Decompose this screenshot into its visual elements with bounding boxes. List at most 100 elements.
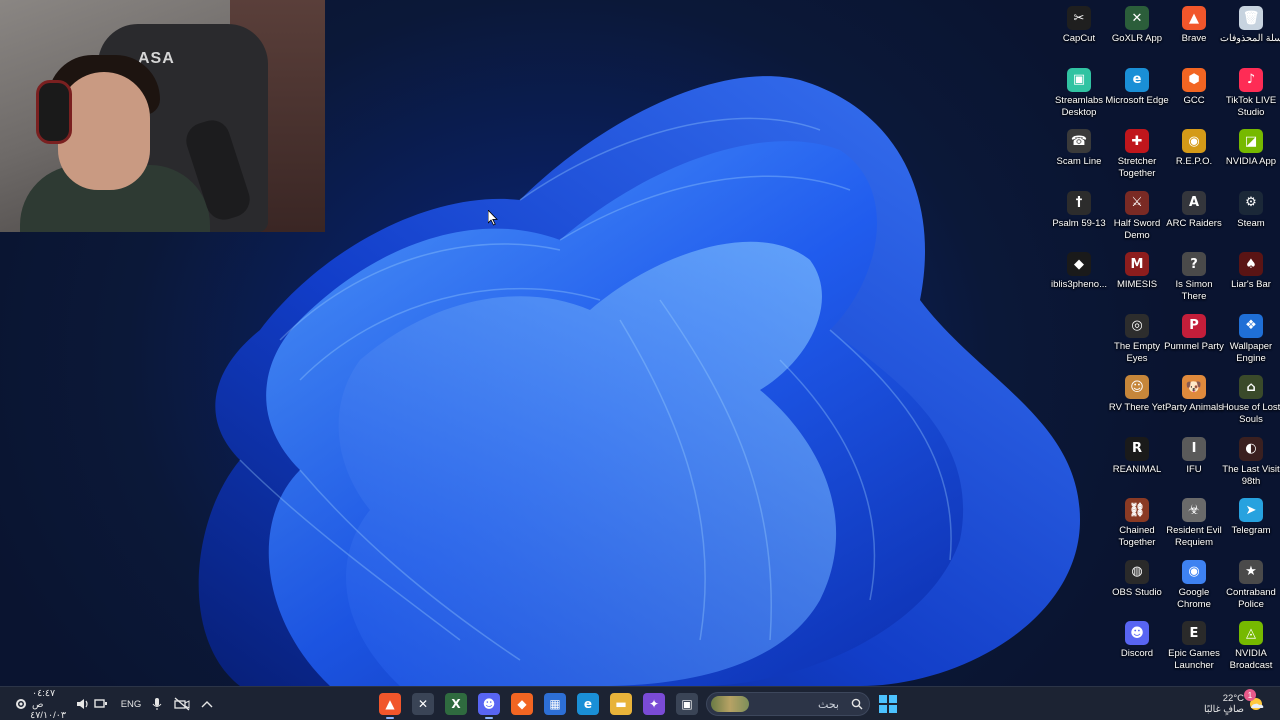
- clock[interactable]: ٠٤:٤٧ ص ٤٧/١٠/٠٣: [30, 687, 66, 720]
- last-visit-icon: ◐: [1239, 436, 1263, 461]
- desktop-icon-party-animals[interactable]: 🐶 Party Animals: [1165, 371, 1223, 432]
- edge-taskbar-button[interactable]: e: [577, 693, 599, 715]
- tiktok-icon: ♪: [1239, 67, 1263, 92]
- desktop-icon-capcut[interactable]: ✂ CapCut: [1050, 2, 1108, 63]
- desktop-icon-label: Google Chrome: [1177, 586, 1211, 610]
- desktop-icon-resident-evil[interactable]: ☣ Resident Evil Requiem: [1165, 494, 1223, 555]
- notification-badge: 1: [1244, 689, 1256, 701]
- epic-games-icon: E: [1182, 621, 1206, 645]
- network-icon[interactable]: [94, 693, 108, 715]
- camera-off-icon[interactable]: [174, 693, 190, 715]
- microphone-icon[interactable]: [150, 693, 164, 715]
- desktop-icon-mimesis[interactable]: M MIMESIS: [1108, 248, 1166, 309]
- goxlr-taskbar-button[interactable]: ✕: [412, 693, 434, 715]
- desktop-icon-label: NVIDIA Broadcast: [1229, 648, 1273, 671]
- desktop-icon-label: The Empty Eyes: [1114, 340, 1160, 364]
- desktop-icon-brave[interactable]: ▲ Brave: [1165, 2, 1223, 63]
- desktop-icon-half-sword[interactable]: ⚔ Half Sword Demo: [1108, 187, 1166, 248]
- desktop-icon-house-lost-souls[interactable]: ⌂ House of Lost Souls: [1222, 371, 1280, 432]
- chevron-up-icon[interactable]: [200, 693, 214, 715]
- search-box[interactable]: بحث: [706, 692, 870, 716]
- desktop-icon-label: CapCut: [1062, 33, 1096, 44]
- desktop-icon-empty-eyes[interactable]: ◎ The Empty Eyes: [1108, 310, 1166, 371]
- brave-taskbar-button[interactable]: ▲: [379, 693, 401, 719]
- brave-taskbar-icon: ▲: [379, 693, 401, 715]
- desktop-icon-edge[interactable]: e Microsoft Edge: [1105, 64, 1169, 125]
- arc-raiders-icon: A: [1182, 190, 1206, 215]
- volume-icon[interactable]: [76, 693, 90, 715]
- desktop-icon-label: ARC Raiders: [1166, 217, 1222, 229]
- desktop-icon-chained-together[interactable]: ⛓ Chained Together: [1108, 494, 1166, 555]
- clock-time: ٠٤:٤٧ ص: [32, 687, 56, 710]
- desktop-icon-label: Scam Line: [1056, 156, 1102, 167]
- desktop-icon-reanimal[interactable]: R REANIMAL: [1108, 433, 1166, 494]
- desktop-icon-nvidia[interactable]: ◪ NVIDIA App: [1222, 125, 1280, 186]
- task-view-taskbar-button[interactable]: ▣: [676, 693, 698, 715]
- desktop-icon-stretcher[interactable]: ✚ Stretcher Together: [1108, 125, 1166, 186]
- goxlr-taskbar-icon: ✕: [412, 693, 434, 715]
- desktop-icon-pummel-party[interactable]: P Pummel Party: [1164, 310, 1224, 371]
- start-button[interactable]: [877, 693, 899, 715]
- recycle-bin-icon: 🗑: [1239, 6, 1263, 30]
- desktop-icon-ifu[interactable]: I IFU: [1165, 433, 1223, 494]
- rv-there-yet-icon: ☺: [1125, 375, 1149, 399]
- desktop-icon-label: Psalm 59-13: [1052, 217, 1106, 229]
- desktop-icon-epic-games[interactable]: E Epic Games Launcher: [1165, 617, 1223, 678]
- desktop-icon-tiktok[interactable]: ♪ TikTok LIVE Studio: [1222, 64, 1280, 125]
- nvidia-icon: ◪: [1239, 129, 1263, 153]
- half-sword-icon: ⚔: [1125, 190, 1149, 215]
- desktop-icon-simon[interactable]: ? Is Simon There: [1165, 248, 1223, 309]
- language-indicator[interactable]: ENG: [118, 693, 144, 715]
- desktop-icon-last-visit[interactable]: ◐ The Last Visit 98th: [1222, 433, 1280, 494]
- desktop-icon-label: NVIDIA App: [1225, 156, 1277, 167]
- desktop-icon-label: House of Lost Souls: [1221, 402, 1280, 425]
- desktop-icon-iblis[interactable]: ◆ iblis3pheno...: [1050, 248, 1108, 309]
- desktop-icon-nvidia-broadcast[interactable]: ◬ NVIDIA Broadcast: [1222, 617, 1280, 678]
- running-indicator: [386, 717, 394, 719]
- desktop-icon-label: GoXLR App: [1111, 33, 1163, 44]
- weather-widget[interactable]: 22°C صافٍ غالبًا: [1200, 690, 1244, 718]
- ifu-icon: I: [1182, 436, 1206, 461]
- reanimal-icon: R: [1125, 436, 1149, 461]
- desktop-icon-liars-bar[interactable]: ♠ Liar's Bar: [1222, 248, 1280, 309]
- resident-evil-icon: ☣: [1182, 498, 1206, 522]
- desktop-icon-label: REANIMAL: [1112, 463, 1162, 475]
- desktop-icon-recycle-bin[interactable]: 🗑 سلة المحذوفات: [1220, 2, 1280, 63]
- desktop-icon-wallpaper-engine[interactable]: ❖ Wallpaper Engine: [1222, 310, 1280, 371]
- app-orange-taskbar-button[interactable]: ◆: [511, 693, 533, 715]
- empty-eyes-icon: ◎: [1125, 313, 1149, 338]
- store-taskbar-button[interactable]: ▦: [544, 693, 566, 715]
- copilot-taskbar-button[interactable]: ✦: [643, 693, 665, 715]
- desktop-icon-label: IFU: [1186, 463, 1202, 475]
- desktop-icon-label: Contraband Police: [1226, 586, 1276, 610]
- file-explorer-taskbar-icon: ▬: [610, 693, 632, 715]
- file-explorer-taskbar-button[interactable]: ▬: [610, 693, 632, 715]
- windows-logo-icon: [879, 695, 897, 713]
- chained-together-icon: ⛓: [1125, 498, 1149, 522]
- discord-taskbar-button[interactable]: ☻: [478, 693, 500, 719]
- desktop-icon-psalm[interactable]: † Psalm 59-13: [1050, 187, 1108, 248]
- desktop-icon-label: سلة المحذوفات: [1220, 33, 1280, 44]
- desktop-icon-scam-line[interactable]: ☎ Scam Line: [1050, 125, 1108, 186]
- desktop-icon-arc-raiders[interactable]: A ARC Raiders: [1165, 187, 1223, 248]
- pummel-party-icon: P: [1182, 313, 1206, 338]
- desktop-icon-label: Party Animals: [1164, 402, 1224, 413]
- desktop-icon-telegram[interactable]: ➤ Telegram: [1222, 494, 1280, 555]
- clock-date: ٤٧/١٠/٠٣: [30, 709, 66, 720]
- desktop-icon-gcc[interactable]: ⬢ GCC: [1165, 64, 1223, 125]
- excel-taskbar-button[interactable]: X: [445, 693, 467, 715]
- desktop-icon-rv-there-yet[interactable]: ☺ RV There Yet: [1108, 371, 1166, 432]
- desktop-icon-chrome[interactable]: ◉ Google Chrome: [1165, 556, 1223, 617]
- desktop-icon-discord[interactable]: ☻ Discord: [1108, 617, 1166, 678]
- desktop-icon-obs[interactable]: ◍ OBS Studio: [1108, 556, 1166, 617]
- desktop-icon-streamlabs[interactable]: ▣ Streamlabs Desktop: [1050, 64, 1108, 125]
- wallpaper-engine-icon: ❖: [1239, 313, 1263, 338]
- desktop-icon-repo[interactable]: ◉ R.E.P.O.: [1165, 125, 1223, 186]
- desktop-icon-steam[interactable]: ⚙ Steam: [1222, 187, 1280, 248]
- desktop-icon-goxlr[interactable]: ✕ GoXLR App: [1108, 2, 1166, 63]
- mouse-cursor-icon: [488, 210, 498, 226]
- desktop-icon-label: R.E.P.O.: [1175, 156, 1213, 167]
- chrome-icon: ◉: [1182, 559, 1206, 584]
- settings-gear-tray-icon[interactable]: [12, 693, 30, 715]
- desktop-icon-contraband-police[interactable]: ★ Contraband Police: [1222, 556, 1280, 617]
